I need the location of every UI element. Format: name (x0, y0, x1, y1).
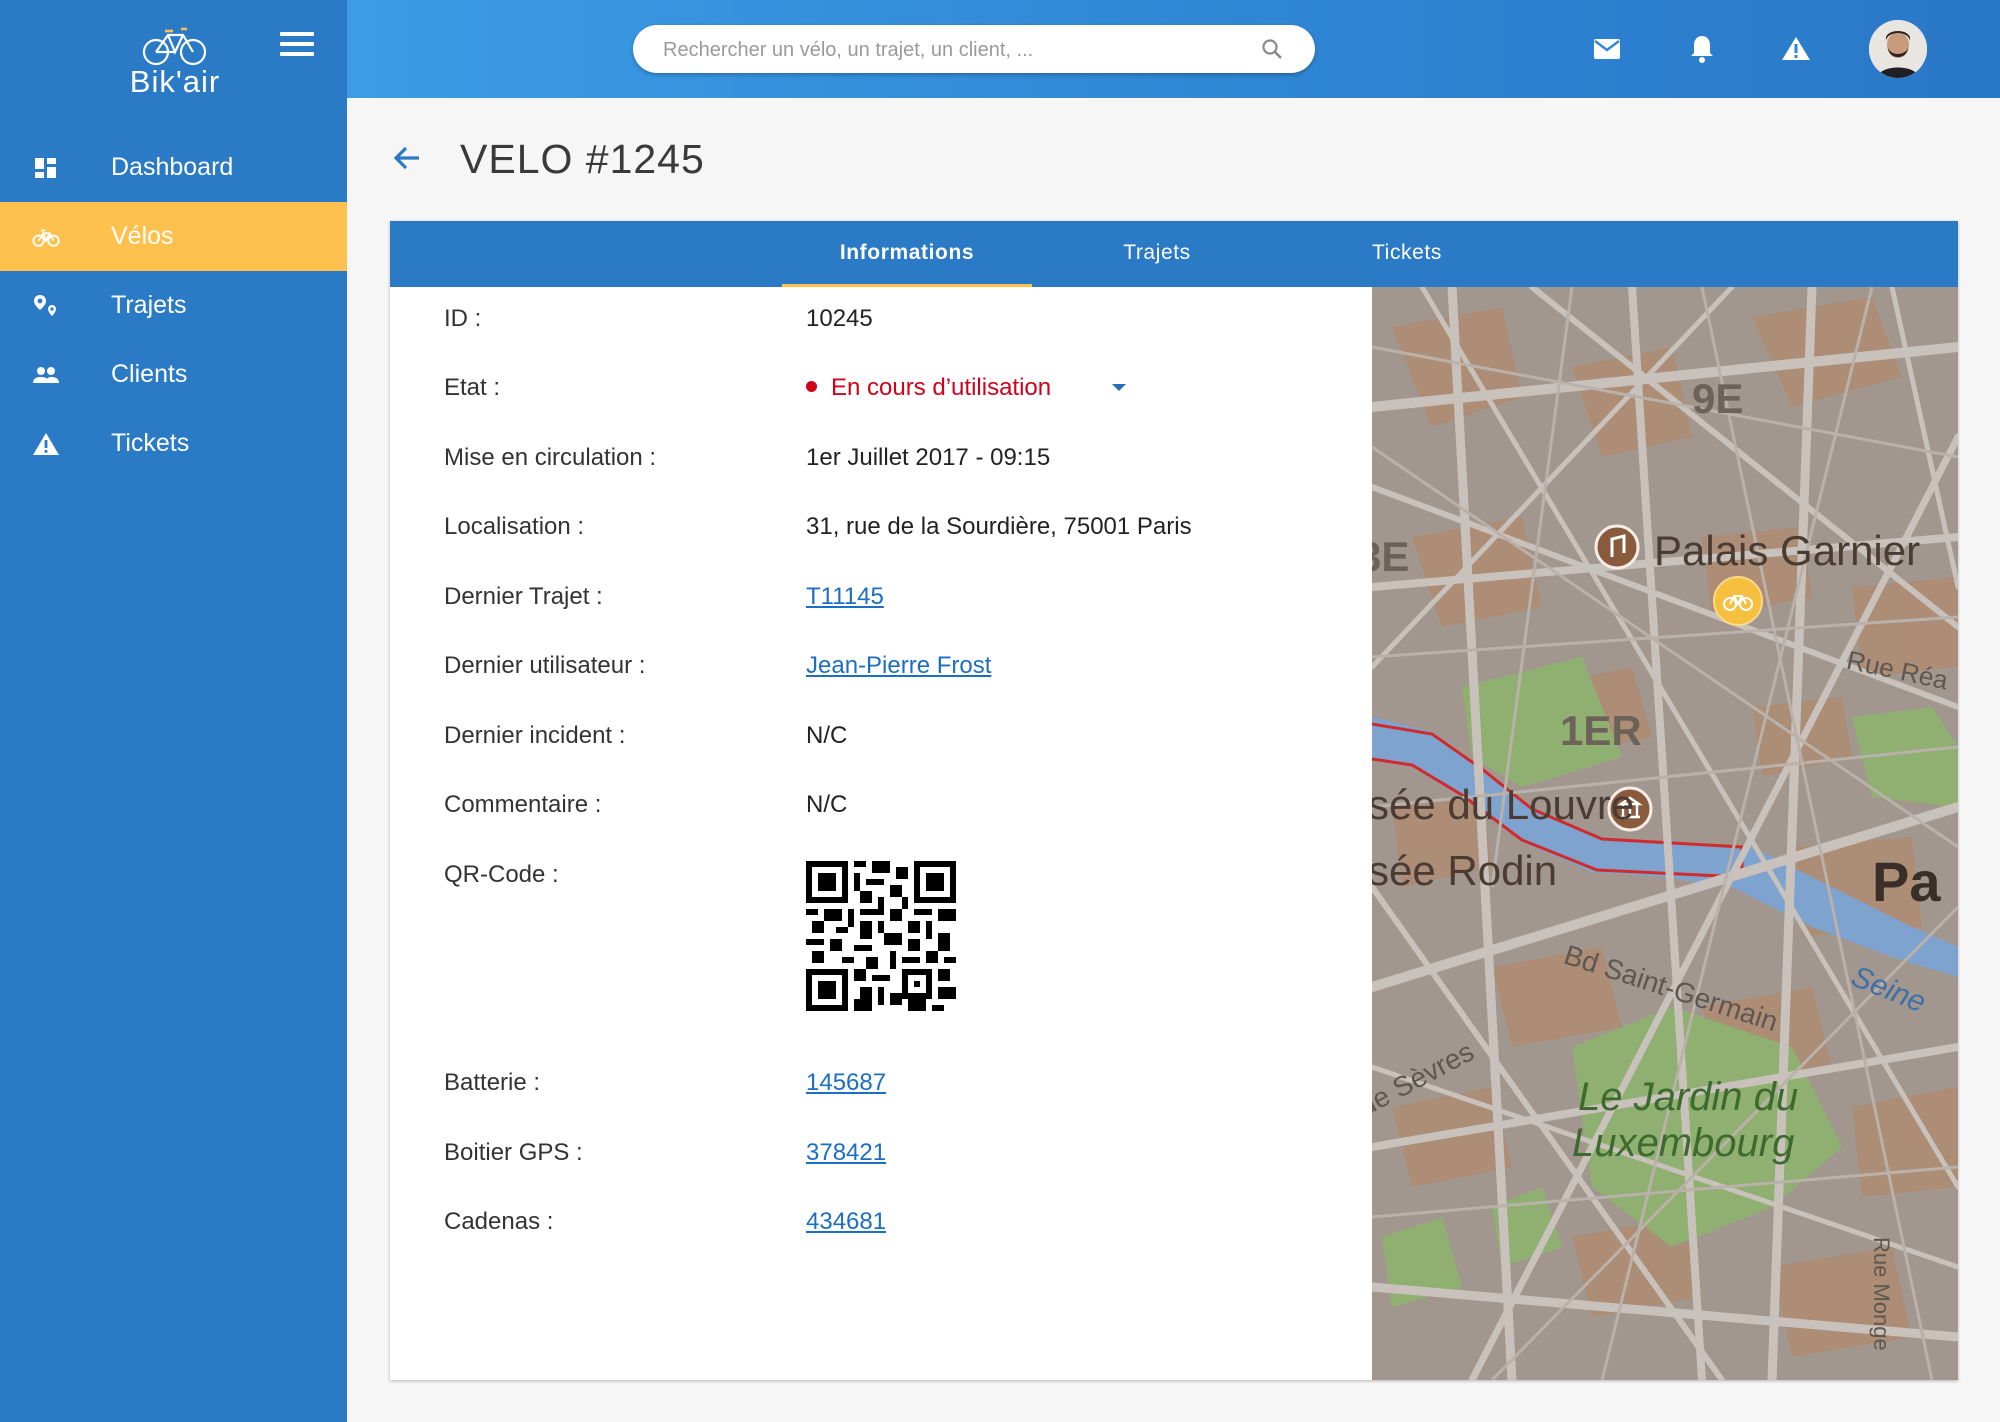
tab-trajets[interactable]: Trajets (1032, 221, 1282, 287)
detail-label: QR-Code : (444, 861, 559, 888)
detail-row-dernier-incident: Dernier incident : N/C (444, 722, 1344, 762)
mail-icon[interactable] (1593, 38, 1621, 60)
avatar[interactable] (1869, 20, 1927, 78)
detail-label: Etat : (444, 374, 501, 401)
detail-row-boitier-gps: Boitier GPS : 378421 (444, 1139, 1344, 1179)
qr-code-image (806, 861, 956, 1011)
map-label: sée du Louvre (1372, 781, 1635, 828)
sidebar-item-clients[interactable]: Clients (0, 340, 347, 409)
page-title: VELO #1245 (460, 136, 705, 182)
status-value: En cours d’utilisation (831, 374, 1052, 401)
battery-link[interactable]: 145687 (806, 1069, 886, 1097)
sidebar-item-dashboard[interactable]: Dashboard (0, 133, 347, 202)
chevron-down-icon[interactable] (1112, 384, 1126, 391)
map-label: Pa (1872, 850, 1941, 913)
detail-label: Boitier GPS : (444, 1139, 583, 1166)
map-label: Palais Garnier (1654, 527, 1921, 574)
detail-row-commentaire: Commentaire : N/C (444, 791, 1344, 831)
search-input[interactable] (661, 34, 1245, 66)
sidebar-item-velos[interactable]: Vélos (0, 202, 347, 271)
opera-poi-icon (1594, 524, 1640, 570)
tab-tickets[interactable]: Tickets (1282, 221, 1532, 287)
search-icon[interactable] (1261, 38, 1283, 60)
sidebar-item-label: Dashboard (111, 153, 234, 181)
detail-row-dernier-utilisateur: Dernier utilisateur : Jean-Pierre Frost (444, 652, 1344, 692)
map-label: Luxembourg (1572, 1121, 1795, 1165)
lock-link[interactable]: 434681 (806, 1208, 886, 1236)
bike-detail-card: Informations Trajets Tickets ID : 10245 … (390, 221, 1958, 1380)
sidebar-item-tickets[interactable]: Tickets (0, 409, 347, 478)
trajet-link[interactable]: T11145 (806, 583, 884, 611)
bike-logo-icon (142, 27, 207, 66)
detail-label: Dernier Trajet : (444, 583, 603, 610)
app-logo[interactable]: Bik'air (120, 26, 230, 106)
bike-location-marker-icon[interactable] (1712, 575, 1764, 627)
sidebar-item-label: Vélos (111, 222, 174, 250)
detail-row-batterie: Batterie : 145687 (444, 1069, 1344, 1109)
search-bar (633, 25, 1315, 73)
tab-informations[interactable]: Informations (782, 221, 1032, 287)
back-arrow-icon[interactable] (392, 143, 422, 173)
detail-value: 10245 (806, 305, 873, 332)
people-icon (33, 367, 59, 383)
location-map[interactable]: 9E 3E Palais Garnier Rue Réa 1ER sée du … (1372, 287, 1958, 1380)
user-avatar-icon (1869, 20, 1927, 78)
topbar (347, 0, 2000, 98)
detail-value: 1er Juillet 2017 - 09:15 (806, 444, 1051, 471)
detail-row-id: ID : 10245 (444, 305, 1344, 345)
detail-row-dernier-trajet: Dernier Trajet : T11145 (444, 583, 1344, 623)
detail-row-localisation: Localisation : 31, rue de la Sourdière, … (444, 513, 1344, 553)
sidebar-item-label: Clients (111, 360, 188, 388)
bike-icon (32, 229, 60, 247)
sidebar: Bik'air Dashboard Vélos Trajets Clients … (0, 0, 347, 1422)
map-label: sée Rodin (1372, 847, 1558, 894)
route-pins-icon (34, 295, 56, 316)
detail-label: Mise en circulation : (444, 444, 657, 471)
status-dot (806, 381, 817, 392)
detail-value: 31, rue de la Sourdière, 75001 Paris (806, 513, 1192, 540)
detail-row-qr-code: QR-Code : (444, 861, 1344, 1021)
gps-link[interactable]: 378421 (806, 1139, 886, 1167)
detail-row-etat: Etat : En cours d’utilisation (444, 374, 1344, 414)
detail-value: N/C (806, 791, 848, 818)
map-label: Le Jardin du (1578, 1075, 1799, 1119)
app-name: Bik'air (129, 64, 221, 99)
detail-label: Localisation : (444, 513, 585, 540)
detail-label: Dernier utilisateur : (444, 652, 646, 679)
detail-label: ID : (444, 305, 482, 332)
user-link[interactable]: Jean-Pierre Frost (806, 652, 991, 680)
dashboard-icon (35, 158, 56, 178)
map-label: 1ER (1560, 707, 1642, 754)
detail-label: Batterie : (444, 1069, 541, 1096)
tab-bar: Informations Trajets Tickets (390, 221, 1958, 287)
detail-row-mise-en-circulation: Mise en circulation : 1er Juillet 2017 -… (444, 444, 1344, 484)
detail-label: Cadenas : (444, 1208, 554, 1235)
map-label: Rue Monge (1869, 1237, 1894, 1351)
detail-label: Commentaire : (444, 791, 602, 818)
map-background (1372, 287, 1958, 1380)
warning-icon (33, 433, 59, 455)
map-label: 9E (1692, 375, 1744, 422)
detail-row-cadenas: Cadenas : 434681 (444, 1208, 1344, 1248)
alert-triangle-icon[interactable] (1781, 35, 1811, 62)
detail-label: Dernier incident : (444, 722, 626, 749)
status-dropdown[interactable]: En cours d’utilisation (806, 374, 1126, 402)
sidebar-nav: Dashboard Vélos Trajets Clients Tickets (0, 133, 347, 478)
sidebar-item-label: Tickets (111, 429, 190, 457)
sidebar-item-trajets[interactable]: Trajets (0, 271, 347, 340)
bell-icon[interactable] (1689, 34, 1715, 64)
map-label: 3E (1372, 533, 1410, 580)
menu-toggle-icon[interactable] (280, 32, 314, 58)
sidebar-item-label: Trajets (111, 291, 187, 319)
detail-value: N/C (806, 722, 848, 749)
